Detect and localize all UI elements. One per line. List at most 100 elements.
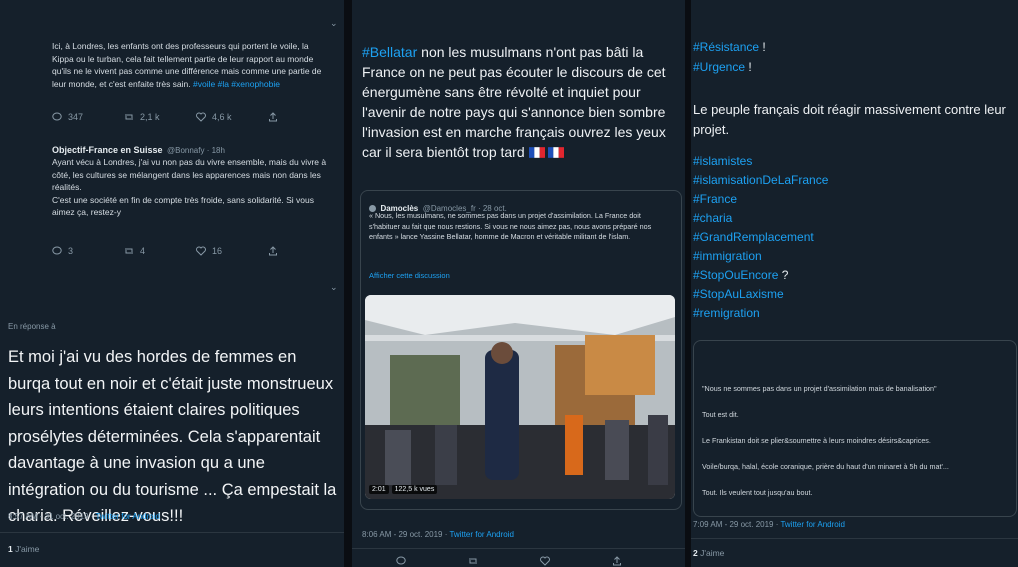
- reply-icon: [52, 246, 62, 255]
- hashtag-link[interactable]: #remigration: [693, 304, 828, 323]
- likes-count: 1: [8, 544, 13, 554]
- source-link[interactable]: Twitter for Android: [780, 520, 844, 529]
- hashtag-line: #Urgence !: [693, 58, 752, 77]
- flag-france-icon: [528, 147, 545, 158]
- hashtag-link[interactable]: #islamistes: [693, 152, 828, 171]
- divider: [691, 538, 1018, 539]
- quoted-tweet[interactable]: Damoclès @Damocles_fr · 28 oct. « Nous, …: [360, 190, 682, 510]
- reply-count: 347: [68, 112, 84, 122]
- exclamation: !: [745, 60, 752, 74]
- likes-label: J'aime: [15, 544, 40, 554]
- column-gap: [344, 0, 350, 567]
- chevron-down-icon[interactable]: ⌄: [330, 18, 338, 29]
- video-overlay: 2:01 122,5 k vues: [369, 485, 438, 494]
- hashtag-link[interactable]: #Bellatar: [362, 44, 417, 60]
- tweet-body: non les musulmans n'ont pas bâti la Fran…: [362, 44, 666, 160]
- hashtag-link[interactable]: #Résistance: [693, 40, 759, 54]
- card-line: Le Frankistan doit se plier&soumettre à …: [702, 436, 931, 445]
- tweet-paragraph: C'est une société en fin de compte très …: [52, 194, 314, 218]
- timestamp[interactable]: 8:57 AM - 31 oct. 2019 ·: [8, 512, 93, 521]
- source-link[interactable]: Twitter for Android: [449, 530, 513, 539]
- tweet-paragraph: Ayant vécu à Londres, j'ai vu non pas du…: [52, 157, 327, 192]
- tweet-actions: 347 2,1 k 4,6 k: [52, 112, 340, 122]
- chevron-down-icon[interactable]: ⌄: [330, 282, 338, 293]
- reply-count: 3: [68, 246, 74, 256]
- quoted-text: « Nous, les musulmans, ne sommes pas dan…: [369, 211, 652, 241]
- tweet-actions: [396, 556, 684, 566]
- reply-button[interactable]: 3: [52, 246, 124, 256]
- share-button[interactable]: [268, 112, 340, 122]
- hashtag-link[interactable]: #voile #la #xenophobie: [193, 79, 280, 89]
- likes-summary[interactable]: 2 J'aime: [693, 548, 724, 558]
- tweet-text: Ici, à Londres, les enfants ont des prof…: [52, 40, 332, 90]
- hashtag-link[interactable]: #Urgence: [693, 60, 745, 74]
- share-icon: [269, 246, 277, 256]
- hashtag-link[interactable]: #immigration: [693, 247, 828, 266]
- show-thread-link[interactable]: Afficher cette discussion: [369, 271, 450, 280]
- divider: [0, 532, 344, 533]
- heart-icon: [196, 112, 206, 122]
- exclamation: !: [759, 40, 766, 54]
- likes-count: 2: [693, 548, 698, 558]
- tweet-column-right: #Résistance ! #Urgence ! Le peuple franç…: [691, 0, 1018, 567]
- reply-button[interactable]: [396, 556, 468, 566]
- tweet-timestamp: 7:09 AM - 29 oct. 2019 · Twitter for And…: [693, 520, 845, 529]
- reply-icon: [396, 556, 406, 565]
- like-count: 16: [212, 246, 223, 256]
- tweet-column-left: ⌄ Ici, à Londres, les enfants ont des pr…: [0, 0, 344, 567]
- share-button[interactable]: [268, 246, 340, 256]
- like-count: 4,6 k: [212, 112, 232, 122]
- tweet-actions: 3 4 16: [52, 246, 340, 256]
- author-name[interactable]: Objectif-France en Suisse: [52, 145, 163, 155]
- hashtag-link[interactable]: #StopOuEncore: [693, 268, 778, 282]
- divider: [352, 548, 685, 549]
- hashtag-link[interactable]: #GrandRemplacement: [693, 228, 828, 247]
- tweet-main-text: #Bellatar non les musulmans n'ont pas bâ…: [362, 42, 680, 162]
- heart-icon: [540, 556, 550, 566]
- likes-summary[interactable]: 1 J'aime: [8, 544, 39, 554]
- hashtag-line: #Résistance !: [693, 38, 766, 57]
- hashtag-list: #islamistes #islamisationDeLaFrance #Fra…: [693, 152, 828, 323]
- like-button[interactable]: [540, 556, 612, 566]
- likes-label: J'aime: [700, 548, 725, 558]
- hashtag-link[interactable]: #France: [693, 190, 828, 209]
- tweet-timestamp: 8:06 AM - 29 oct. 2019 · Twitter for And…: [362, 530, 514, 539]
- question-mark: ?: [778, 268, 789, 282]
- tweet-timestamp: 8:57 AM - 31 oct. 2019 · Twitter for And…: [8, 512, 160, 521]
- hashtag-line: #StopOuEncore ?: [693, 266, 828, 285]
- like-button[interactable]: 16: [196, 246, 268, 256]
- tweet-column-middle: #Bellatar non les musulmans n'ont pas bâ…: [352, 0, 685, 567]
- card-line: Voile/burqa, halal, école coranique, pri…: [702, 462, 949, 471]
- image-card[interactable]: "Nous ne sommes pas dans un projet d'ass…: [693, 340, 1017, 517]
- tweet-main-text: Le peuple français doit réagir massiveme…: [693, 102, 1006, 137]
- video-views: 122,5 k vues: [391, 485, 438, 494]
- hashtag-link[interactable]: #StopAuLaxisme: [693, 285, 828, 304]
- retweet-count: 4: [140, 246, 146, 256]
- tweet-text: Ayant vécu à Londres, j'ai vu non pas du…: [52, 156, 332, 219]
- column-gap: [685, 0, 691, 567]
- share-icon: [269, 112, 277, 122]
- retweet-button[interactable]: 2,1 k: [124, 112, 196, 122]
- retweet-icon: [125, 114, 133, 120]
- share-button[interactable]: [612, 556, 684, 566]
- video-thumbnail[interactable]: 2:01 122,5 k vues: [365, 295, 675, 499]
- card-line: "Nous ne sommes pas dans un projet d'ass…: [702, 384, 937, 393]
- author-handle: @Bonnafy · 18h: [167, 146, 225, 155]
- flag-france-icon: [548, 147, 565, 158]
- timestamp[interactable]: 7:09 AM - 29 oct. 2019 ·: [693, 520, 778, 529]
- reply-button[interactable]: 347: [52, 112, 124, 122]
- like-button[interactable]: 4,6 k: [196, 112, 268, 122]
- retweet-icon: [125, 248, 133, 254]
- reply-context: En réponse à: [8, 322, 56, 331]
- source-link[interactable]: Twitter for Android: [95, 512, 159, 521]
- retweet-button[interactable]: [468, 556, 540, 566]
- retweet-icon: [469, 558, 477, 564]
- stage-photo: [365, 295, 675, 499]
- retweet-button[interactable]: 4: [124, 246, 196, 256]
- hashtag-link[interactable]: #islamisationDeLaFrance: [693, 171, 828, 190]
- heart-icon: [196, 246, 206, 256]
- hashtag-link[interactable]: #charia: [693, 209, 828, 228]
- retweet-count: 2,1 k: [140, 112, 160, 122]
- timestamp[interactable]: 8:06 AM - 29 oct. 2019 ·: [362, 530, 447, 539]
- share-icon: [613, 556, 621, 566]
